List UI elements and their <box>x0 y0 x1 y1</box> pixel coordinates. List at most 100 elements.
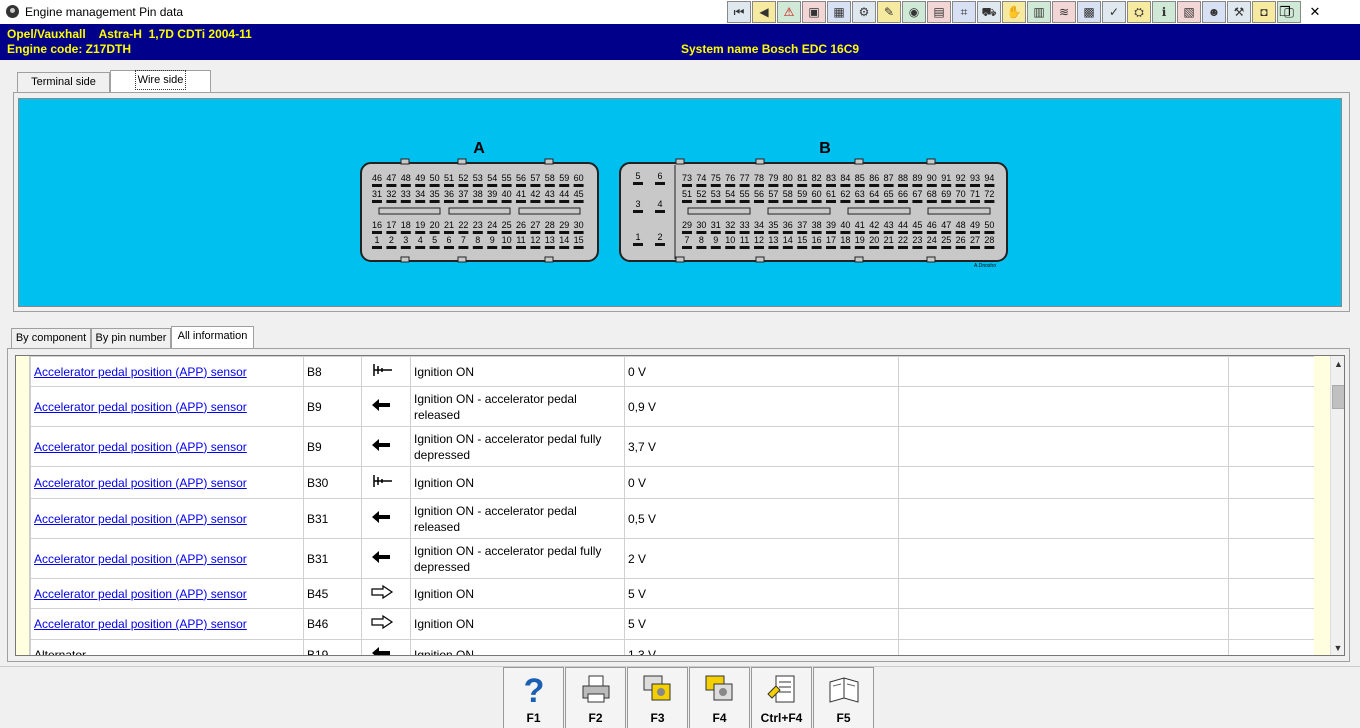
pin-contact <box>797 246 808 249</box>
wiring-icon[interactable]: ≋ <box>1052 1 1076 23</box>
table-row[interactable]: Accelerator pedal position (APP) sensor B… <box>30 578 1315 609</box>
function-key-f1[interactable]: ? F1 <box>503 667 564 728</box>
component-link[interactable]: Accelerator pedal position (APP) sensor <box>34 512 247 526</box>
book-icon[interactable]: ▣ <box>802 1 826 23</box>
pin-label: 46 <box>372 173 382 183</box>
tab-by-pin-number[interactable]: By pin number <box>91 328 171 348</box>
function-key-ctrl-f4[interactable]: Ctrl+F4 <box>751 667 812 728</box>
component-cell: Accelerator pedal position (APP) sensor <box>30 538 304 579</box>
settings-icon[interactable]: ⚙ <box>852 1 876 23</box>
pin-contact <box>768 200 779 203</box>
condition-text: Ignition ON - accelerator pedal released <box>414 391 577 422</box>
car-icon[interactable]: ⛟ <box>977 1 1001 23</box>
pin-contact <box>573 231 584 234</box>
pin-label: 60 <box>812 189 822 199</box>
restore-button[interactable]: ❐ <box>1270 0 1300 24</box>
pin-label: 19 <box>855 235 865 245</box>
table-row[interactable]: Alternator B19 Ignition ON 1,3 V <box>30 639 1315 655</box>
chart-icon[interactable]: ▤ <box>927 1 951 23</box>
pin-label: 34 <box>754 220 764 230</box>
pin-contact <box>444 200 454 203</box>
pin-label: 39 <box>826 220 836 230</box>
pin-label: 54 <box>725 189 735 199</box>
first-icon[interactable]: ⏮ <box>727 1 751 23</box>
tool-icon[interactable]: ✎ <box>877 1 901 23</box>
scroll-thumb[interactable] <box>1332 385 1344 409</box>
pin-contact <box>530 231 541 234</box>
tab-wire-side[interactable]: Wire side <box>110 70 211 92</box>
condition-cell: Ignition ON <box>410 608 625 640</box>
pin-label: 12 <box>530 235 540 245</box>
pin-cell: B9 <box>303 386 362 427</box>
function-key-f3[interactable]: F3 <box>627 667 688 728</box>
pin-contact <box>955 246 966 249</box>
pin-text: B9 <box>307 439 322 454</box>
pin-text: B46 <box>307 617 329 631</box>
value-text: 2 V <box>628 551 647 566</box>
pin-label: 20 <box>869 235 879 245</box>
tab-terminal-side[interactable]: Terminal side <box>17 72 110 92</box>
table-row[interactable]: Accelerator pedal position (APP) sensor B… <box>30 466 1315 499</box>
table-row[interactable]: Accelerator pedal position (APP) sensor B… <box>30 356 1315 387</box>
scroll-up-icon[interactable]: ▲ <box>1331 356 1344 373</box>
table-row[interactable]: Accelerator pedal position (APP) sensor B… <box>30 538 1315 579</box>
table-row[interactable]: Accelerator pedal position (APP) sensor B… <box>30 386 1315 427</box>
warning-icon[interactable]: ⚠ <box>777 1 801 23</box>
component-link[interactable]: Accelerator pedal position (APP) sensor <box>34 587 247 601</box>
function-key-f2[interactable]: F2 <box>565 667 626 728</box>
info-icon[interactable]: ℹ <box>1152 1 1176 23</box>
diagram-icon[interactable]: ⌗ <box>952 1 976 23</box>
app-icon <box>6 5 19 18</box>
pin-contact <box>501 246 512 249</box>
pin-label: 27 <box>970 235 980 245</box>
map-icon[interactable]: ▩ <box>1077 1 1101 23</box>
test-icon[interactable]: ✓ <box>1102 1 1126 23</box>
hand-icon[interactable]: ✋ <box>1002 1 1026 23</box>
pin-contact <box>898 200 908 203</box>
pin-contact <box>941 184 952 187</box>
connector-latch <box>457 256 467 263</box>
vertical-scrollbar[interactable]: ▲ ▼ <box>1330 356 1344 655</box>
component-link[interactable]: Accelerator pedal position (APP) sensor <box>34 365 247 379</box>
value-text: 0 V <box>628 475 647 490</box>
component-link[interactable]: Accelerator pedal position (APP) sensor <box>34 617 247 631</box>
close-button[interactable]: ✕ <box>1300 0 1330 24</box>
condition-text: Ignition ON <box>414 586 475 601</box>
pin-contact <box>386 184 397 187</box>
pin-contact <box>926 246 937 249</box>
function-key-f5[interactable]: F5 <box>813 667 874 728</box>
pin-contact <box>941 231 952 234</box>
tab-all-information[interactable]: All information <box>171 326 254 348</box>
table-row[interactable]: Accelerator pedal position (APP) sensor B… <box>30 498 1315 539</box>
connector-latch <box>926 158 936 165</box>
function-key-label: F2 <box>588 711 603 725</box>
tab-by-component[interactable]: By component <box>11 328 91 348</box>
empty-cell <box>898 538 1229 579</box>
pin-label: 45 <box>574 189 584 199</box>
component-link[interactable]: Accelerator pedal position (APP) sensor <box>34 552 247 566</box>
connector-latch <box>675 256 685 263</box>
pin-data-icon[interactable]: ▦ <box>827 1 851 23</box>
component-link[interactable]: Accelerator pedal position (APP) sensor <box>34 440 247 454</box>
table-row[interactable]: Accelerator pedal position (APP) sensor B… <box>30 608 1315 640</box>
empty-cell <box>898 498 1229 539</box>
car-lift-icon[interactable]: ⛭ <box>1127 1 1151 23</box>
empty-cell <box>1228 608 1315 640</box>
component-link[interactable]: Accelerator pedal position (APP) sensor <box>34 400 247 414</box>
component-link[interactable]: Accelerator pedal position (APP) sensor <box>34 476 247 490</box>
table-row[interactable]: Accelerator pedal position (APP) sensor B… <box>30 426 1315 467</box>
gauge-icon[interactable]: ◉ <box>902 1 926 23</box>
pin-contact <box>941 246 952 249</box>
person-icon[interactable]: ☻ <box>1202 1 1226 23</box>
ecu-icon[interactable]: ▥ <box>1027 1 1051 23</box>
component-icon[interactable]: ▧ <box>1177 1 1201 23</box>
connector-latch <box>544 256 554 263</box>
adjust-icon[interactable]: ⚒ <box>1227 1 1251 23</box>
pin-contact <box>487 184 498 187</box>
pin-contact <box>725 246 736 249</box>
pin-label: 48 <box>956 220 966 230</box>
scroll-down-icon[interactable]: ▼ <box>1331 640 1344 655</box>
prev-icon[interactable]: ◀ <box>752 1 776 23</box>
function-key-f4[interactable]: F4 <box>689 667 750 728</box>
pin-label: 61 <box>826 189 836 199</box>
